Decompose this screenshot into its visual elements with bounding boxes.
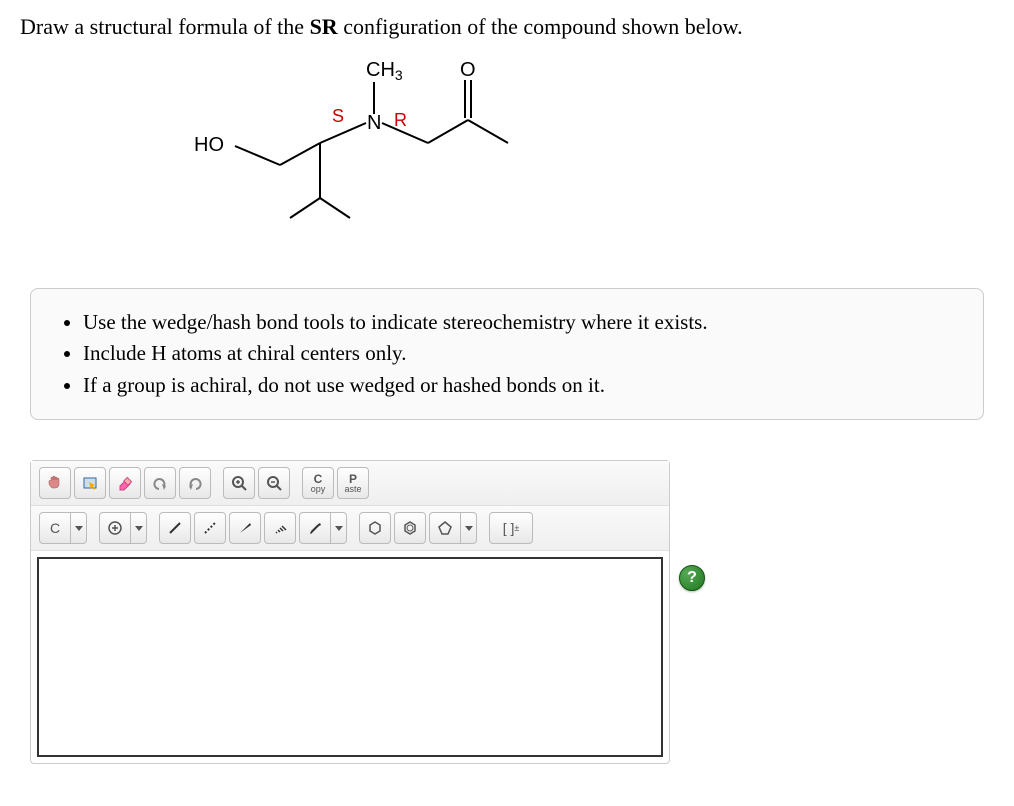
- wavy-bond-icon[interactable]: [299, 512, 331, 544]
- copy-button[interactable]: C opy: [302, 467, 334, 499]
- question-suffix: configuration of the compound shown belo…: [338, 14, 743, 39]
- zoom-in-icon[interactable]: [223, 467, 255, 499]
- hash-bond-icon[interactable]: [264, 512, 296, 544]
- question-bold: SR: [310, 14, 338, 39]
- ring-dropdown-icon[interactable]: [461, 512, 477, 544]
- pentagon-tool-icon[interactable]: [429, 512, 461, 544]
- copy-bottom: opy: [311, 485, 326, 494]
- help-label: ?: [687, 569, 697, 587]
- chemical-editor: C opy P aste C: [30, 460, 670, 764]
- plus-tool-button[interactable]: [99, 512, 131, 544]
- question-prefix: Draw a structural formula of the: [20, 14, 310, 39]
- instruction-item: Use the wedge/hash bond tools to indicat…: [83, 307, 955, 339]
- hand-tool-icon[interactable]: [39, 467, 71, 499]
- ring-tool-icon[interactable]: [359, 512, 391, 544]
- select-tool-icon[interactable]: [74, 467, 106, 499]
- label-ch3: CH3: [366, 59, 403, 83]
- charge-label: [ ]: [503, 520, 515, 536]
- toolbar-row-1: C opy P aste: [31, 461, 669, 506]
- paste-top: P: [349, 473, 357, 485]
- eraser-tool-icon[interactable]: [109, 467, 141, 499]
- label-n: N: [367, 112, 381, 134]
- drawing-canvas[interactable]: [37, 557, 663, 757]
- molecule-image: HO CH3 O N S R: [20, 58, 994, 258]
- help-button[interactable]: ?: [679, 565, 705, 591]
- bond-dropdown-icon[interactable]: [331, 512, 347, 544]
- wedge-bond-icon[interactable]: [229, 512, 261, 544]
- atom-dropdown-icon[interactable]: [71, 512, 87, 544]
- dashed-bond-icon[interactable]: [194, 512, 226, 544]
- benzene-tool-icon[interactable]: [394, 512, 426, 544]
- redo-icon[interactable]: [179, 467, 211, 499]
- zoom-out-icon[interactable]: [258, 467, 290, 499]
- atom-label: C: [50, 520, 60, 536]
- label-ho: HO: [194, 134, 224, 156]
- charge-sup: ±: [514, 523, 519, 533]
- paste-button[interactable]: P aste: [337, 467, 369, 499]
- paste-bottom: aste: [344, 485, 361, 494]
- instruction-item: If a group is achiral, do not use wedged…: [83, 370, 955, 402]
- instruction-box: Use the wedge/hash bond tools to indicat…: [30, 288, 984, 421]
- charge-tool-button[interactable]: [ ]±: [489, 512, 533, 544]
- toolbar-row-2: C: [31, 506, 669, 551]
- label-o: O: [460, 59, 476, 81]
- copy-top: C: [314, 473, 323, 485]
- label-s: S: [332, 106, 344, 126]
- question-text: Draw a structural formula of the SR conf…: [20, 12, 994, 43]
- label-r: R: [394, 110, 407, 130]
- single-bond-icon[interactable]: [159, 512, 191, 544]
- instruction-item: Include H atoms at chiral centers only.: [83, 338, 955, 370]
- plus-dropdown-icon[interactable]: [131, 512, 147, 544]
- undo-icon[interactable]: [144, 467, 176, 499]
- atom-tool-button[interactable]: C: [39, 512, 71, 544]
